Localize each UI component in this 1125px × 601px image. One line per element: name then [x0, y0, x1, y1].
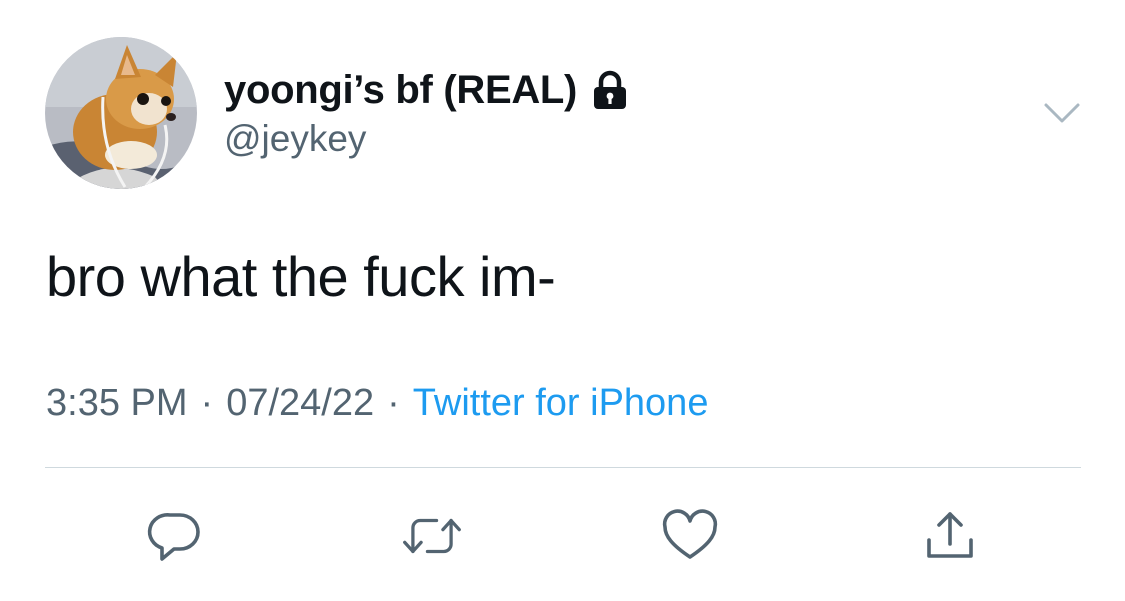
reply-button[interactable] [145, 506, 205, 566]
author-name-row: yoongi’s bf (REAL) [224, 64, 629, 116]
avatar[interactable] [45, 37, 197, 189]
tweet-date[interactable]: 07/24/22 [226, 382, 374, 425]
share-icon [927, 512, 973, 558]
tweet-meta: 3:35 PM · 07/24/22 · Twitter for iPhone [46, 382, 708, 425]
like-button[interactable] [660, 506, 720, 566]
chihuahua-avatar-image [45, 37, 197, 189]
reply-bubble-icon [147, 513, 200, 561]
meta-separator: · [200, 382, 214, 424]
heart-icon [662, 509, 718, 559]
chevron-down-icon[interactable] [1042, 98, 1082, 128]
author-handle[interactable]: @jeykey [224, 118, 366, 160]
display-name[interactable]: yoongi’s bf (REAL) [224, 68, 577, 113]
tweet-text: bro what the fuck im- [46, 245, 556, 308]
tweet-time[interactable]: 3:35 PM [46, 382, 188, 425]
lock-icon [591, 70, 629, 110]
tweet: yoongi’s bf (REAL) @jeykey bro what the … [0, 0, 1125, 601]
meta-separator: · [387, 382, 400, 424]
retweet-button[interactable] [402, 506, 462, 566]
retweet-icon [403, 518, 461, 554]
tweet-source-link[interactable]: Twitter for iPhone [413, 382, 709, 425]
divider [45, 467, 1081, 468]
share-button[interactable] [920, 506, 980, 566]
